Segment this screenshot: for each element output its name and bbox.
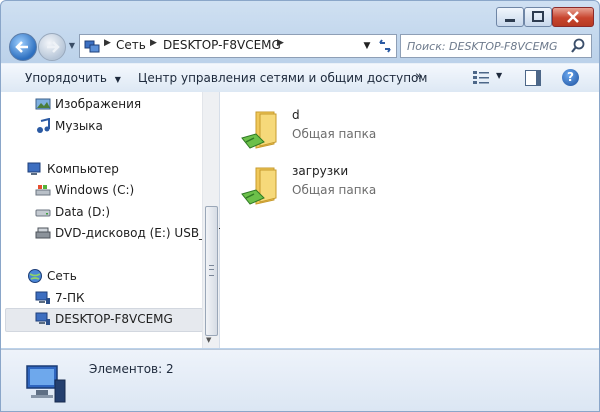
scroll-down-arrow-icon[interactable]: ▼ [206,336,211,344]
breadcrumb-separator-icon[interactable]: ▶ [104,38,111,48]
maximize-button[interactable] [524,7,552,27]
more-commands-button[interactable]: » [415,69,423,84]
shared-folder-icon [241,111,277,149]
minimize-button[interactable] [496,7,524,27]
command-bar: Упорядочить ▼ Центр управления сетями и … [1,63,599,93]
forward-arrow-icon [47,41,60,53]
forward-button[interactable] [38,33,66,61]
view-dropdown[interactable]: ▼ [496,71,502,80]
preview-pane-button[interactable] [525,70,541,86]
network-icon [84,40,100,53]
refresh-icon [379,39,391,53]
pictures-icon [35,98,51,110]
network-icon [28,269,42,283]
search-box[interactable] [400,34,592,58]
address-bar[interactable]: ▶ Сеть ▶ DESKTOP-F8VCEMG ▶ ▼ [79,34,397,58]
search-input[interactable] [405,37,569,55]
search-button[interactable] [569,37,587,55]
explorer-window: ▼ ▶ Сеть ▶ DESKTOP-F8VCEMG ▶ ▼ Упорядоч [0,0,600,412]
navigation-pane: Изображения Музыка Компьютер Windows (C:… [1,92,227,348]
drive-icon [35,209,51,217]
dvd-drive-icon [35,227,51,239]
maximize-icon [532,11,544,22]
folder-description: Общая папка [292,183,377,197]
back-arrow-icon [15,41,28,53]
network-computer-icon [35,291,50,304]
minimize-icon [505,19,515,22]
file-list: d Общая папка загрузки Общая папка [220,92,599,348]
help-button[interactable]: ? [562,69,579,86]
computer-icon [27,162,41,175]
breadcrumb-network[interactable]: Сеть [116,38,146,52]
details-pane: Элементов: 2 [1,349,599,411]
network-computer-icon [35,312,50,325]
address-history-dropdown[interactable]: ▼ [360,37,374,55]
shared-folder-icon [241,167,277,205]
search-icon [571,38,585,53]
item-count: Элементов: 2 [89,362,174,376]
breadcrumb-separator-icon[interactable]: ▶ [150,38,157,48]
shared-folder-item[interactable]: d Общая папка [240,108,540,156]
nav-scrollbar[interactable]: ▼ [202,92,219,348]
network-computer-icon [26,365,66,403]
refresh-button[interactable] [376,37,394,55]
chevron-down-icon: ▼ [114,75,121,84]
network-center-button[interactable]: Центр управления сетями и общим доступом [138,71,427,85]
organize-label: Упорядочить [25,71,107,85]
organize-menu[interactable]: Упорядочить ▼ [25,71,121,85]
folder-description: Общая папка [292,127,377,141]
scrollbar-thumb[interactable] [205,206,218,336]
recent-pages-dropdown[interactable]: ▼ [67,39,77,53]
folder-name: d [292,108,300,122]
close-button[interactable] [552,7,594,27]
grip-icon [209,265,214,276]
folder-name: загрузки [292,164,349,178]
title-bar [1,1,599,31]
windows-drive-icon [35,185,51,196]
shared-folder-item[interactable]: загрузки Общая папка [240,164,540,212]
back-button[interactable] [9,33,37,61]
address-row: ▼ ▶ Сеть ▶ DESKTOP-F8VCEMG ▶ ▼ [1,31,599,61]
breadcrumb-computer[interactable]: DESKTOP-F8VCEMG [163,38,281,52]
breadcrumb-separator-icon[interactable]: ▶ [277,38,284,48]
close-icon [567,11,579,23]
music-icon [37,118,50,133]
view-options-icon[interactable] [473,70,489,84]
